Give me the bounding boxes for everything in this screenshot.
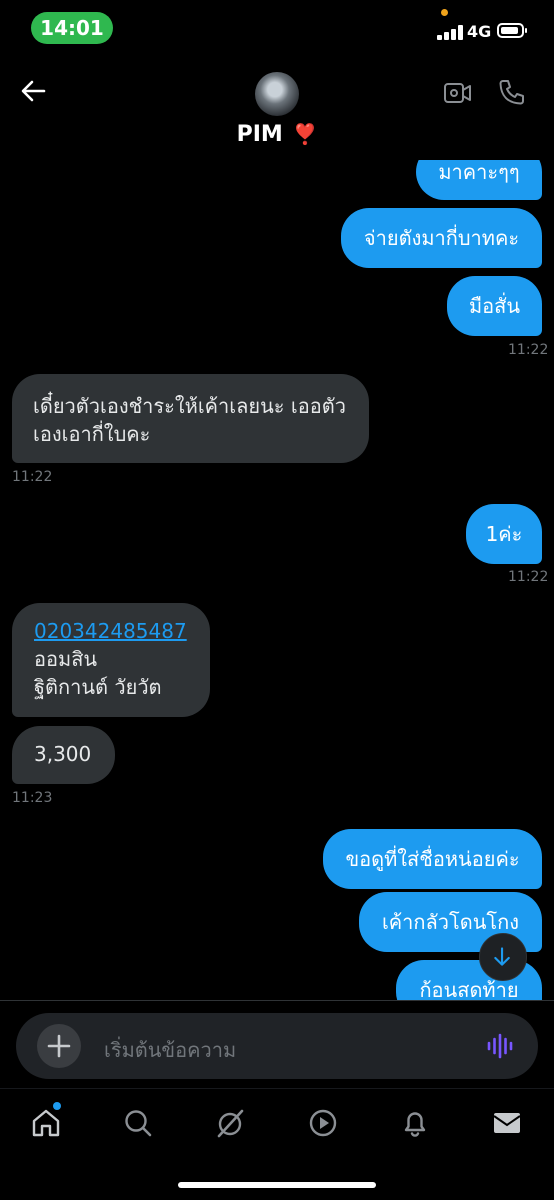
message-text: เค้ากลัวโดนโกง [381, 910, 520, 934]
home-icon[interactable] [30, 1107, 62, 1139]
message-timestamp: 11:22 [508, 342, 549, 358]
phone-call-icon[interactable] [496, 78, 526, 108]
message-text: 1ค่ะ [485, 522, 523, 546]
message-text-line: เดี๋ยวตัวเองชำระให้เค้าเลยนะ เออตัว [33, 394, 346, 418]
mail-icon[interactable] [491, 1107, 523, 1139]
message-text: 3,300 [34, 742, 92, 766]
video-call-icon[interactable] [443, 80, 473, 106]
bottom-navigation [0, 1088, 554, 1200]
privacy-indicator-dot [441, 9, 448, 16]
scroll-to-bottom-button[interactable] [479, 933, 527, 981]
video-play-icon[interactable] [307, 1107, 339, 1139]
bell-icon[interactable] [399, 1107, 431, 1139]
search-icon[interactable] [122, 1107, 154, 1139]
message-bubble-outgoing[interactable]: จ่ายตังมากี่บาทคะ [341, 208, 542, 268]
message-list[interactable]: มาคาะๆๆ จ่ายตังมากี่บาทคะ มือสั่น 11:22 … [0, 160, 554, 1000]
message-timestamp: 11:23 [12, 790, 53, 806]
message-bubble-outgoing[interactable]: ขอดูที่ใส่ชื่อหน่อยค่ะ [323, 829, 542, 889]
home-indicator[interactable] [178, 1182, 376, 1188]
message-bubble-incoming[interactable]: 3,300 [12, 726, 115, 784]
message-composer[interactable]: เริ่มต้นข้อความ [16, 1013, 538, 1079]
message-text-line: เองเอากี่ใบคะ [33, 422, 151, 446]
message-bubble-incoming[interactable]: 020342485487 ออมสิน ฐิติกานต์ วัยวัต [12, 603, 210, 717]
contact-name-text: PIM [236, 122, 283, 147]
message-bubble-outgoing[interactable]: มาคาะๆๆ [416, 160, 542, 200]
account-number-link[interactable]: 020342485487 [34, 617, 210, 645]
message-input[interactable]: เริ่มต้นข้อความ [104, 1034, 236, 1066]
avatar[interactable] [255, 72, 299, 116]
message-bubble-incoming[interactable]: เดี๋ยวตัวเองชำระให้เค้าเลยนะ เออตัว เองเ… [12, 374, 369, 463]
grok-icon[interactable] [214, 1107, 246, 1139]
message-timestamp: 11:22 [508, 569, 549, 585]
attach-button[interactable] [37, 1024, 81, 1068]
message-bubble-outgoing[interactable]: 1ค่ะ [466, 504, 542, 564]
composer-bar: เริ่มต้นข้อความ [0, 1000, 554, 1088]
message-text-line: ออมสิน [34, 647, 98, 671]
message-text: ขอดูที่ใส่ชื่อหน่อยค่ะ [345, 847, 520, 871]
message-text-line: ฐิติกานต์ วัยวัต [34, 675, 162, 699]
heart-emoji: ❣️ [292, 122, 318, 146]
message-bubble-outgoing[interactable]: มือสั่น [447, 276, 542, 336]
status-bar: 14:01 4G [0, 0, 554, 54]
arrow-down-icon [494, 947, 510, 966]
message-text: มือสั่น [468, 294, 521, 318]
message-text: มาคาะๆๆ [438, 160, 520, 184]
status-time[interactable]: 14:01 [31, 12, 113, 44]
notification-dot [53, 1102, 61, 1110]
back-arrow-icon[interactable] [18, 76, 48, 106]
voice-message-icon[interactable] [486, 1033, 514, 1059]
contact-name[interactable]: PIM ❣️ [0, 122, 554, 147]
signal-icon [437, 24, 463, 40]
conversation-header: PIM ❣️ [0, 54, 554, 160]
network-type: 4G [467, 22, 492, 41]
message-timestamp: 11:22 [12, 469, 53, 485]
plus-icon [47, 1034, 71, 1058]
message-text: จ่ายตังมากี่บาทคะ [363, 226, 520, 250]
battery-icon [497, 23, 527, 38]
